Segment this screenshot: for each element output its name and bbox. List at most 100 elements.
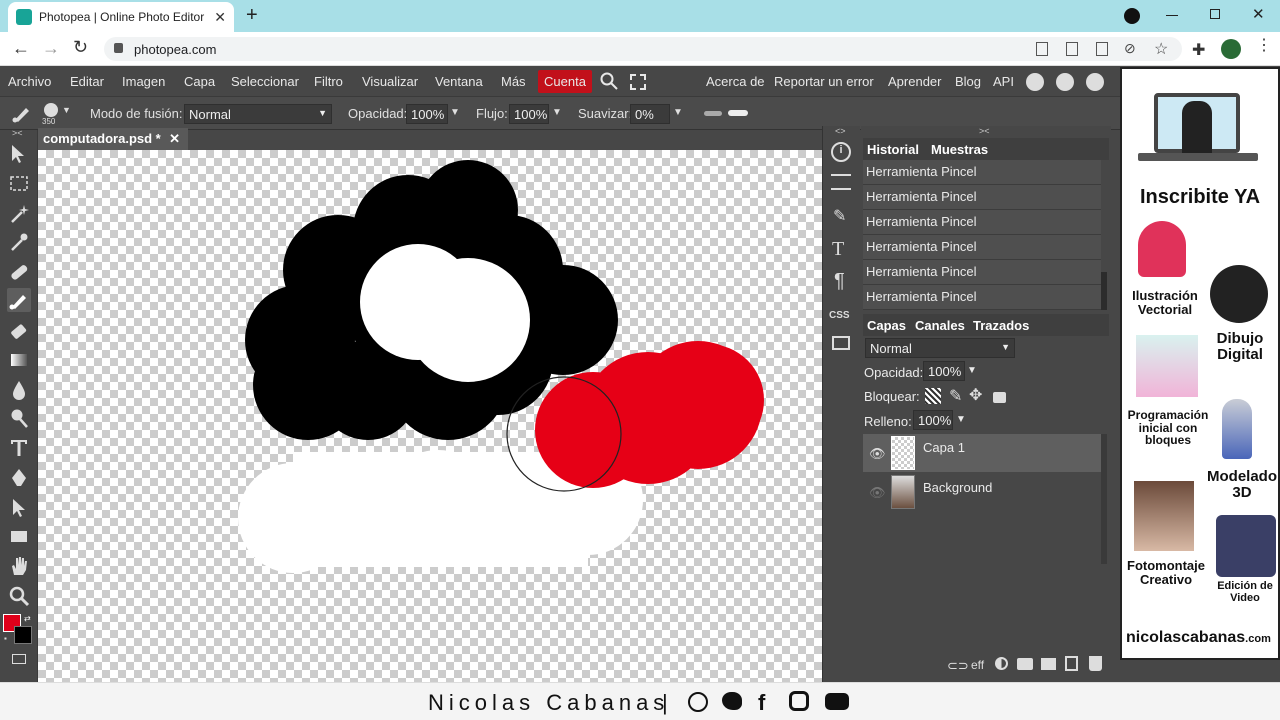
forward-icon[interactable]: → [42,38,60,59]
profile-dropdown-icon[interactable] [1124,8,1140,24]
background-color-swatch[interactable] [14,626,32,644]
twitter-icon[interactable] [1056,73,1074,91]
brush-settings-icon[interactable]: ✎ [833,206,846,226]
bookmark-star-icon[interactable]: ☆ [1154,39,1168,59]
menu-reportar[interactable]: Reportar un error [774,74,874,89]
visibility-eye-icon[interactable]: 👁 [869,485,886,501]
menu-seleccionar[interactable]: Seleccionar [231,74,299,89]
zoom-tool-icon[interactable] [7,584,31,608]
collapse-toolbar-icon[interactable]: >< [12,128,23,138]
layer-opacity-arrow-icon[interactable]: ▼ [967,365,977,376]
smooth-field[interactable]: 0% [630,104,670,124]
browser-menu-icon[interactable]: ⋮ [1256,38,1272,54]
menu-api[interactable]: API [993,74,1014,89]
history-item[interactable]: Herramienta Pincel [863,285,1101,310]
eraser-tool-icon[interactable] [7,320,31,344]
marquee-tool-icon[interactable] [7,172,31,196]
browser-tab[interactable]: Photopea | Online Photo Editor ✕ [8,2,234,32]
paragraph-icon[interactable]: ¶ [834,270,845,293]
layer-row[interactable]: 👁 Capa 1 [863,434,1101,472]
visibility-eye-icon[interactable]: 👁 [869,446,886,462]
layer-opacity-field[interactable]: 100% [923,361,965,381]
adjustments-icon[interactable] [831,174,851,190]
search-icon[interactable] [600,72,618,90]
path-select-tool-icon[interactable] [7,496,31,520]
menu-blog[interactable]: Blog [955,74,981,89]
pen-tool-icon[interactable] [7,466,31,490]
reload-icon[interactable]: ↻ [73,37,88,58]
close-window-icon[interactable]: ✕ [1252,5,1265,23]
brush-preset-arrow-icon[interactable]: ▼ [62,105,71,115]
menu-editar[interactable]: Editar [70,74,104,89]
default-colors-icon[interactable]: ▪ [4,634,7,643]
magic-wand-tool-icon[interactable] [7,202,31,226]
gradient-tool-icon[interactable] [7,348,31,372]
collapse-icons-icon[interactable]: <> [835,126,846,136]
new-tab-button[interactable]: + [246,4,258,27]
back-icon[interactable]: ← [12,38,30,59]
tab-historial[interactable]: Historial [867,142,919,157]
youtube-icon[interactable] [825,693,849,710]
menu-mas[interactable]: Más [501,74,526,89]
adjustment-layer-icon[interactable] [995,657,1008,670]
brush-tool-icon[interactable] [12,103,34,123]
delete-layer-icon[interactable] [1089,656,1102,671]
healing-tool-icon[interactable] [7,260,31,284]
minimize-icon[interactable] [1166,15,1178,16]
fill-arrow-icon[interactable]: ▼ [956,414,966,425]
menu-capa[interactable]: Capa [184,74,215,89]
history-item[interactable]: Herramienta Pincel [863,185,1101,210]
history-item[interactable]: Herramienta Pincel [863,235,1101,260]
menu-filtro[interactable]: Filtro [314,74,343,89]
link-layers-icon[interactable]: ⊂⊃ [947,658,969,674]
lock-pixels-icon[interactable]: ✎ [949,386,962,406]
hand-tool-icon[interactable] [7,554,31,578]
opacity-field[interactable]: 100% [406,104,448,124]
menu-visualizar[interactable]: Visualizar [362,74,418,89]
extensions-icon[interactable]: ✚ [1192,40,1205,60]
facebook-icon[interactable] [1086,73,1104,91]
smooth-arrow-icon[interactable]: ▼ [673,107,683,118]
opacity-arrow-icon[interactable]: ▼ [450,107,460,118]
ad-panel[interactable]: Inscribite YA Ilustración Vectorial Dibu… [1120,67,1280,660]
tab-trazados[interactable]: Trazados [973,318,1029,333]
pressure-toggle-icon[interactable] [704,111,722,116]
close-tab-icon[interactable]: ✕ [214,9,226,26]
lock-position-icon[interactable]: ✥ [969,385,982,405]
menu-imagen[interactable]: Imagen [122,74,165,89]
lock-transparency-icon[interactable] [925,388,941,404]
layer-row[interactable]: 👁 Background [863,473,1101,511]
reddit-icon[interactable] [1026,73,1044,91]
image-icon[interactable] [832,336,850,350]
blend-mode-select[interactable]: Normal ▼ [184,104,332,124]
tab-canales[interactable]: Canales [915,318,965,333]
menu-acerca[interactable]: Acerca de [706,74,765,89]
layer-effects-icon[interactable]: eff [971,658,984,672]
fullscreen-icon[interactable] [630,74,646,90]
account-button[interactable]: Cuenta [538,70,592,93]
profile-avatar[interactable] [1221,39,1241,59]
type-tool-icon[interactable] [7,436,31,460]
url-field[interactable]: photopea.com ⊘ ☆ [104,37,1182,61]
move-tool-icon[interactable] [7,142,31,166]
character-icon[interactable]: T [832,238,844,261]
lock-all-icon[interactable] [993,392,1006,403]
layers-scrollbar[interactable] [1101,434,1107,564]
facebook-social-icon[interactable]: f [758,690,765,716]
pressure-size-icon[interactable] [728,110,748,116]
instagram-icon[interactable] [789,691,809,711]
tab-muestras[interactable]: Muestras [931,142,988,157]
quick-mask-icon[interactable] [12,654,26,664]
eyedropper-tool-icon[interactable] [7,230,31,254]
install-icon[interactable] [1066,42,1078,56]
fill-field[interactable]: 100% [913,410,953,430]
dodge-tool-icon[interactable] [7,406,31,430]
flow-arrow-icon[interactable]: ▼ [552,107,562,118]
menu-ventana[interactable]: Ventana [435,74,483,89]
collapse-panels-icon[interactable]: >< [979,126,990,136]
layer-blend-select[interactable]: Normal ▼ [865,338,1015,358]
brush-preset-picker[interactable] [44,103,58,117]
new-group-icon[interactable] [1041,658,1056,670]
menu-aprender[interactable]: Aprender [888,74,941,89]
page-icon[interactable] [1096,42,1108,56]
